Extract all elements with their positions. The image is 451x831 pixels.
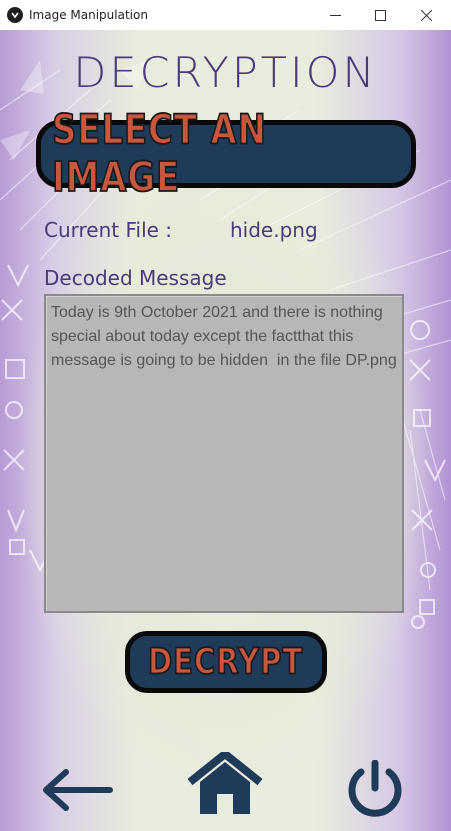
close-button[interactable] bbox=[403, 0, 449, 30]
window-title: Image Manipulation bbox=[29, 8, 148, 22]
minimize-icon bbox=[329, 14, 341, 16]
current-file-name: hide.png bbox=[230, 218, 318, 242]
minimize-button[interactable] bbox=[312, 0, 358, 30]
decoded-message-textbox[interactable]: Today is 9th October 2021 and there is n… bbox=[44, 294, 404, 613]
maximize-icon bbox=[374, 9, 386, 21]
page-title: DECRYPTION bbox=[73, 48, 378, 97]
current-file-label: Current File : bbox=[44, 218, 173, 242]
decrypt-button[interactable]: DECRYPT bbox=[125, 631, 327, 693]
close-icon bbox=[420, 9, 432, 21]
decoded-message-label: Decoded Message bbox=[44, 266, 227, 290]
app-canvas: DECRYPTION SELECT AN IMAGE Current File … bbox=[0, 30, 451, 831]
power-button[interactable] bbox=[344, 759, 406, 818]
maximize-button[interactable] bbox=[357, 0, 403, 30]
select-image-button[interactable]: SELECT AN IMAGE bbox=[36, 106, 416, 202]
decrypt-button-label: DECRYPT bbox=[148, 640, 304, 683]
back-button[interactable] bbox=[40, 766, 114, 814]
arrow-left-icon bbox=[43, 769, 113, 811]
home-icon bbox=[187, 748, 263, 814]
home-button[interactable] bbox=[187, 748, 263, 816]
power-icon bbox=[348, 759, 402, 817]
select-image-button-label: SELECT AN IMAGE bbox=[51, 106, 267, 202]
window-titlebar[interactable]: Image Manipulation bbox=[0, 0, 451, 30]
app-logo-icon bbox=[7, 7, 23, 23]
